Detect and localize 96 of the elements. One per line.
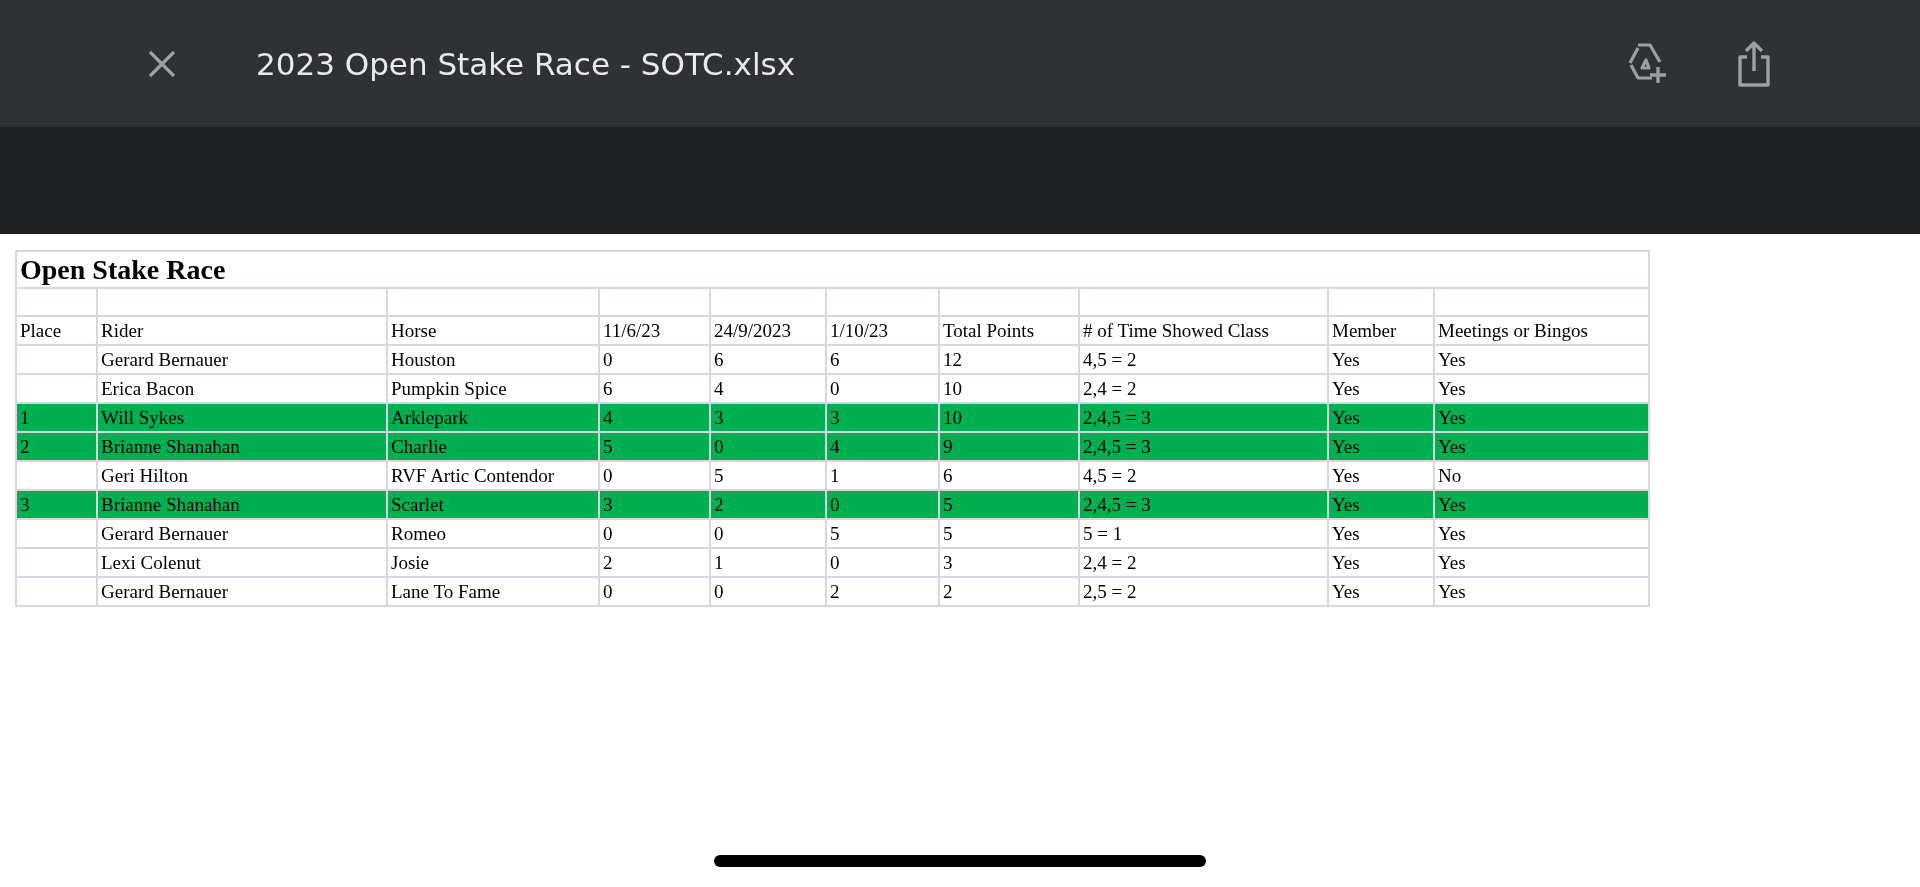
table-cell: 4	[830, 436, 840, 457]
table-cell: 2,4,5 = 3	[1083, 407, 1151, 428]
table-cell: Josie	[391, 552, 429, 573]
table-cell: Houston	[391, 349, 456, 370]
table-cell: Gerard Bernauer	[101, 581, 229, 602]
table-cell: 5	[943, 523, 953, 544]
column-header: Rider	[101, 320, 144, 341]
table-cell: 3	[714, 407, 724, 428]
table-cell: 2,4,5 = 3	[1083, 436, 1151, 457]
table-cell: 2	[943, 581, 953, 602]
table-cell: 0	[603, 581, 613, 602]
table-cell: Yes	[1438, 581, 1466, 602]
table-cell: Yes	[1332, 494, 1360, 515]
table-cell: Charlie	[391, 436, 447, 457]
table-cell: Lexi Colenut	[101, 552, 201, 573]
table-cell: 0	[714, 436, 724, 457]
table-cell: Lane To Fame	[391, 581, 501, 602]
table-cell: Yes	[1438, 349, 1466, 370]
table-cell: Yes	[1332, 436, 1360, 457]
table-cell: Erica Bacon	[101, 378, 195, 399]
table-cell: 5 = 1	[1083, 523, 1123, 544]
table-cell: Romeo	[391, 523, 446, 544]
table-cell: Yes	[1332, 465, 1360, 486]
table-cell: 3	[830, 407, 840, 428]
table-cell: 2	[714, 494, 724, 515]
table-cell: Yes	[1332, 552, 1360, 573]
table-cell: 5	[830, 523, 840, 544]
table-cell: Yes	[1438, 494, 1466, 515]
table-cell: 3	[20, 494, 30, 515]
file-title: 2023 Open Stake Race - SOTC.xlsx	[256, 45, 796, 82]
table-cell: Scarlet	[391, 494, 444, 515]
column-header: 24/9/2023	[714, 320, 792, 341]
table-cell: Brianne Shanahan	[101, 436, 240, 457]
table-cell: 3	[603, 494, 613, 515]
table-cell: Yes	[1332, 581, 1360, 602]
table-cell: 5	[714, 465, 724, 486]
column-header: 1/10/23	[830, 320, 889, 341]
column-header: # of Time Showed Class	[1083, 320, 1269, 341]
table-cell: 1	[714, 552, 724, 573]
table-cell: 6	[603, 378, 613, 399]
table-cell: Yes	[1332, 523, 1360, 544]
column-header: Horse	[391, 320, 437, 341]
column-header: Member	[1332, 320, 1397, 341]
table-cell: 10	[943, 407, 962, 428]
table-cell: 6	[943, 465, 953, 486]
table-cell: 1	[830, 465, 840, 486]
table-cell: 0	[714, 523, 724, 544]
table-cell: 0	[830, 494, 840, 515]
table-cell: 3	[943, 552, 953, 573]
table-cell: 6	[830, 349, 840, 370]
table-cell: 2,4,5 = 3	[1083, 494, 1151, 515]
table-cell: 9	[943, 436, 953, 457]
table-cell: Gerard Bernauer	[101, 349, 229, 370]
table-cell: 0	[603, 349, 613, 370]
sheet-title: Open Stake Race	[20, 254, 226, 285]
table-cell: 0	[603, 465, 613, 486]
table-cell: Geri Hilton	[101, 465, 189, 486]
table-cell: 4	[603, 407, 613, 428]
table-cell: 2	[830, 581, 840, 602]
table-cell: 2,5 = 2	[1083, 581, 1137, 602]
table-cell: Yes	[1438, 436, 1466, 457]
table-cell: 12	[943, 349, 962, 370]
table-cell: No	[1438, 465, 1462, 486]
table-cell: 5	[603, 436, 613, 457]
table-cell: 1	[20, 407, 30, 428]
table-cell: 0	[603, 523, 613, 544]
table-cell: 0	[830, 552, 840, 573]
table-cell: 2	[20, 436, 30, 457]
table-cell: 0	[830, 378, 840, 399]
table-cell: Will Sykes	[101, 407, 185, 428]
table-cell: RVF Artic Contendor	[391, 465, 555, 486]
table-cell: 0	[714, 581, 724, 602]
table-cell: Pumpkin Spice	[391, 378, 507, 399]
table-cell: Yes	[1438, 552, 1466, 573]
table-cell: Arklepark	[391, 407, 469, 428]
table-cell: 10	[943, 378, 962, 399]
column-header: Place	[20, 320, 62, 341]
table-cell: Yes	[1438, 523, 1466, 544]
table-cell: Yes	[1332, 349, 1360, 370]
table-cell: 2,4 = 2	[1083, 378, 1137, 399]
table-cell: 2	[603, 552, 613, 573]
table-cell: Yes	[1438, 378, 1466, 399]
table-cell: 4,5 = 2	[1083, 465, 1137, 486]
table-cell: Yes	[1438, 407, 1466, 428]
table-cell: 6	[714, 349, 724, 370]
table-cell: Yes	[1332, 407, 1360, 428]
table-cell: 4	[714, 378, 724, 399]
table-cell: 5	[943, 494, 953, 515]
table-cell: Gerard Bernauer	[101, 523, 229, 544]
column-header: 11/6/23	[603, 320, 661, 341]
column-header: Meetings or Bingos	[1438, 320, 1588, 341]
column-header: Total Points	[943, 320, 1035, 341]
table-cell: 2,4 = 2	[1083, 552, 1137, 573]
table-cell: Yes	[1332, 378, 1360, 399]
table-cell: 4,5 = 2	[1083, 349, 1137, 370]
table-cell: Brianne Shanahan	[101, 494, 240, 515]
